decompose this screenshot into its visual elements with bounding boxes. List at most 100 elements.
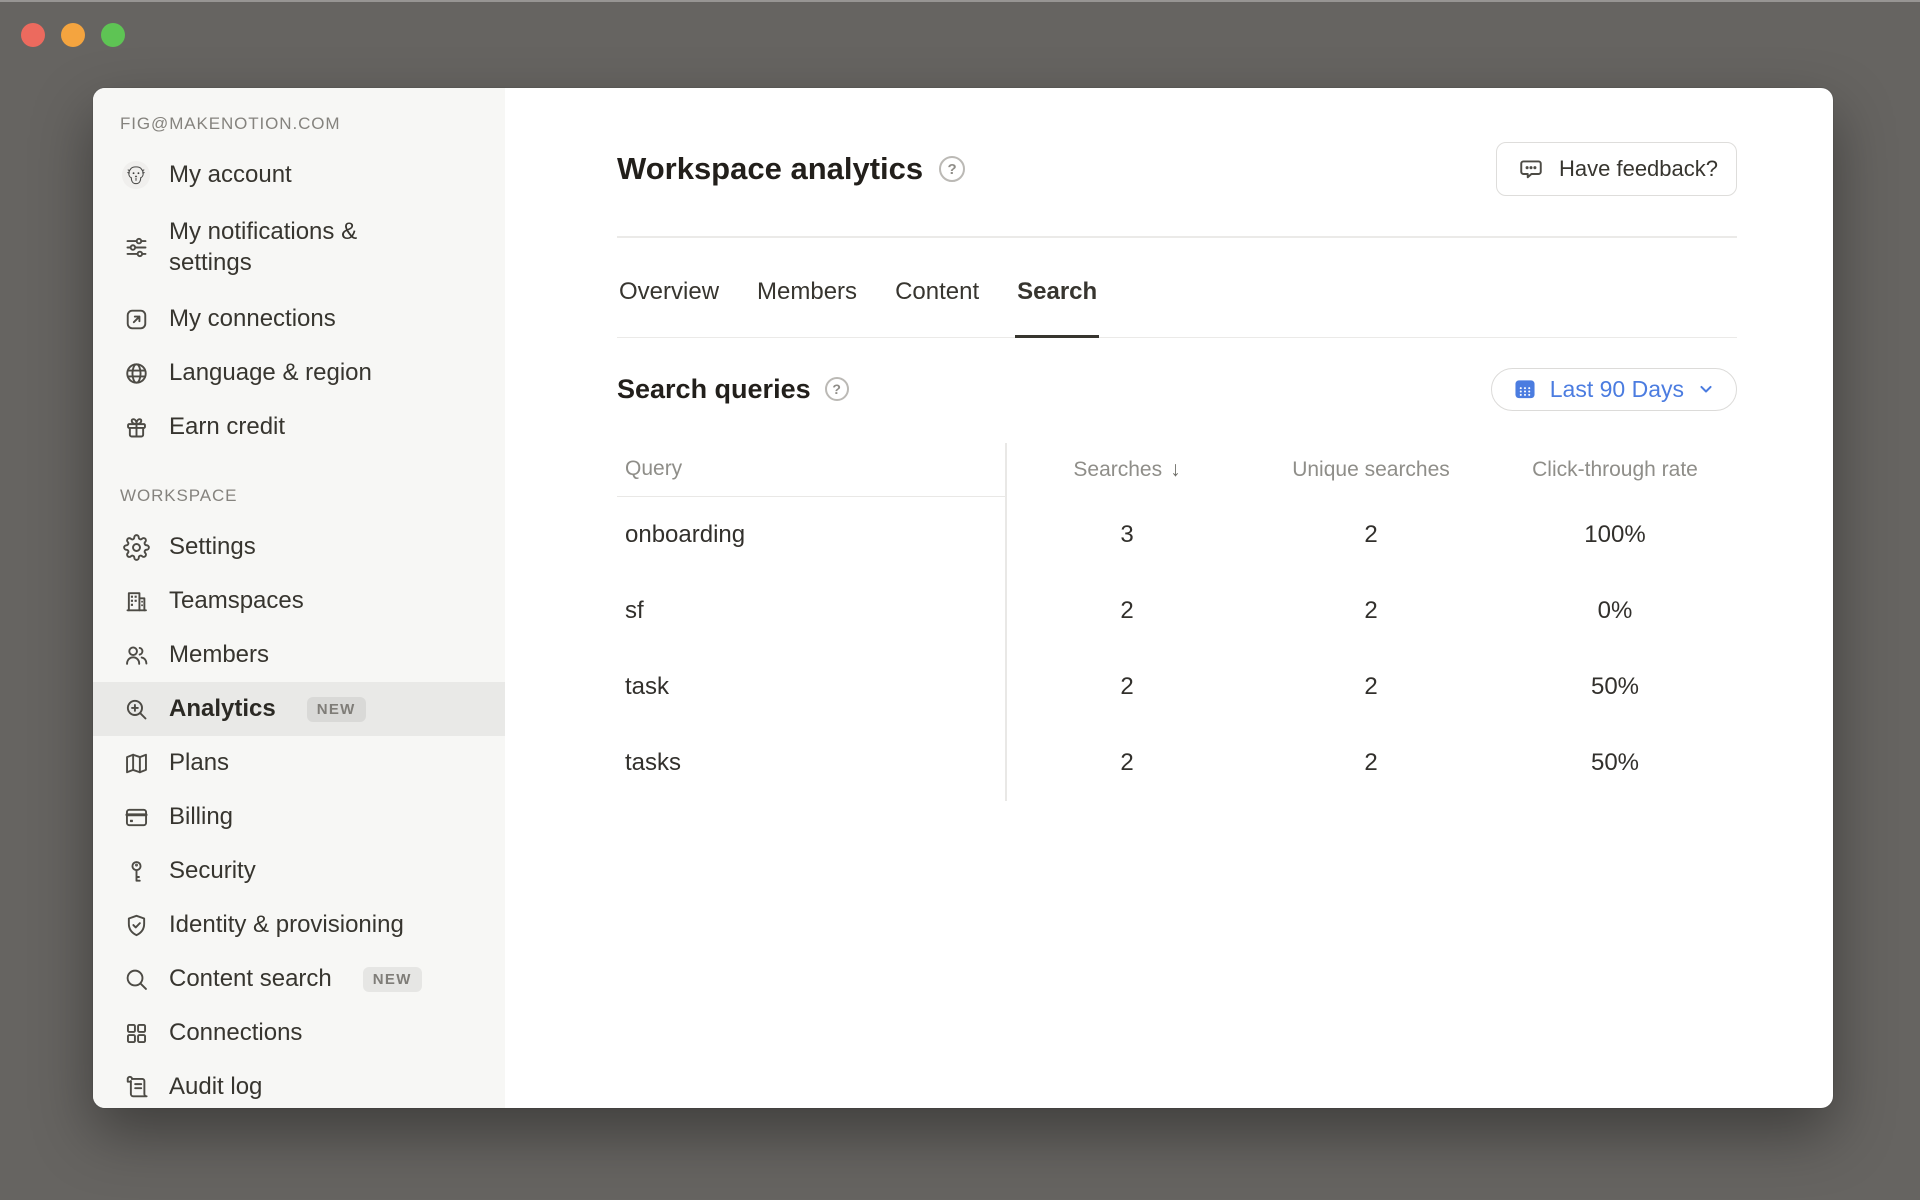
sidebar-item-label: Security xyxy=(169,857,256,885)
account-email-label: FIG@MAKENOTION.COM xyxy=(120,114,505,134)
sidebar-item-content-search[interactable]: Content search NEW xyxy=(93,952,505,1006)
scroll-icon xyxy=(120,1071,152,1103)
table-row: sf 2 2 0% xyxy=(617,573,1737,649)
table-header-row: Query Searches↓ Unique searches Click-th… xyxy=(617,443,1737,497)
new-badge: NEW xyxy=(363,967,422,992)
searches-cell: 2 xyxy=(1005,673,1249,701)
magnifier-plus-icon xyxy=(120,693,152,725)
unique-searches-cell: 2 xyxy=(1249,749,1493,777)
chat-bubble-icon xyxy=(1515,153,1547,185)
ctr-cell: 0% xyxy=(1493,597,1737,625)
building-icon xyxy=(120,585,152,617)
sidebar-item-label: Language & region xyxy=(169,359,372,387)
unique-searches-cell: 2 xyxy=(1249,673,1493,701)
sidebar-item-plans[interactable]: Plans xyxy=(93,736,505,790)
grid-icon xyxy=(120,1017,152,1049)
date-range-dropdown[interactable]: Last 90 Days xyxy=(1491,368,1737,411)
section-title-text: Search queries xyxy=(617,374,811,405)
sidebar-item-label: Plans xyxy=(169,749,229,777)
sidebar-item-label: Content search xyxy=(169,965,332,993)
gear-icon xyxy=(120,531,152,563)
settings-sidebar: FIG@MAKENOTION.COM xyxy=(93,88,505,1108)
sidebar-item-members[interactable]: Members xyxy=(93,628,505,682)
window-controls xyxy=(21,23,125,47)
query-cell: task xyxy=(617,673,1005,701)
credit-card-icon xyxy=(120,801,152,833)
sort-desc-icon: ↓ xyxy=(1170,458,1181,481)
sidebar-item-settings[interactable]: Settings xyxy=(93,520,505,574)
sidebar-item-teamspaces[interactable]: Teamspaces xyxy=(93,574,505,628)
sidebar-item-analytics[interactable]: Analytics NEW xyxy=(93,682,505,736)
ctr-cell: 50% xyxy=(1493,673,1737,701)
search-queries-table: Query Searches↓ Unique searches Click-th… xyxy=(617,443,1737,801)
searches-cell: 2 xyxy=(1005,749,1249,777)
sidebar-item-identity-provisioning[interactable]: Identity & provisioning xyxy=(93,898,505,952)
sidebar-item-my-account[interactable]: My account xyxy=(93,148,505,202)
sidebar-item-label: Connections xyxy=(169,1019,302,1047)
tab-search[interactable]: Search xyxy=(1015,238,1099,337)
calendar-icon xyxy=(1511,375,1539,403)
ctr-cell: 100% xyxy=(1493,521,1737,549)
sidebar-item-billing[interactable]: Billing xyxy=(93,790,505,844)
analytics-main: Workspace analytics ? Have feedback? Ove… xyxy=(505,88,1833,1108)
sidebar-item-audit-log[interactable]: Audit log xyxy=(93,1060,505,1108)
new-badge: NEW xyxy=(307,697,366,722)
sidebar-item-label: My account xyxy=(169,161,292,189)
unique-searches-cell: 2 xyxy=(1249,521,1493,549)
map-icon xyxy=(120,747,152,779)
sidebar-item-label: Members xyxy=(169,641,269,669)
workspace-section-label: WORKSPACE xyxy=(120,486,505,506)
magnifier-icon xyxy=(120,963,152,995)
settings-window: FIG@MAKENOTION.COM xyxy=(93,88,1833,1108)
sidebar-item-earn-credit[interactable]: Earn credit xyxy=(93,400,505,454)
query-cell: onboarding xyxy=(617,521,1005,549)
tab-members[interactable]: Members xyxy=(755,238,859,337)
column-header-click-through-rate[interactable]: Click-through rate xyxy=(1493,458,1737,482)
have-feedback-button[interactable]: Have feedback? xyxy=(1496,142,1737,196)
sidebar-item-label: Earn credit xyxy=(169,413,285,441)
column-header-unique-searches[interactable]: Unique searches xyxy=(1249,458,1493,482)
column-header-searches[interactable]: Searches↓ xyxy=(1005,458,1249,482)
gift-icon xyxy=(120,411,152,443)
close-button[interactable] xyxy=(21,23,45,47)
table-row: onboarding 3 2 100% xyxy=(617,497,1737,573)
people-icon xyxy=(120,639,152,671)
globe-icon xyxy=(120,357,152,389)
zoom-button[interactable] xyxy=(101,23,125,47)
arrow-up-right-icon xyxy=(120,303,152,335)
key-icon xyxy=(120,855,152,887)
sidebar-item-label: Analytics xyxy=(169,695,276,723)
sidebar-item-label: Identity & provisioning xyxy=(169,911,404,939)
ctr-cell: 50% xyxy=(1493,749,1737,777)
avatar xyxy=(120,159,152,191)
chevron-down-icon xyxy=(1695,378,1717,400)
feedback-label: Have feedback? xyxy=(1559,156,1718,182)
searches-cell: 2 xyxy=(1005,597,1249,625)
help-icon[interactable]: ? xyxy=(825,377,849,401)
page-title-text: Workspace analytics xyxy=(617,151,923,187)
sidebar-item-my-connections[interactable]: My connections xyxy=(93,292,505,346)
sidebar-item-label: Audit log xyxy=(169,1073,262,1101)
tab-overview[interactable]: Overview xyxy=(617,238,721,337)
sidebar-item-language-region[interactable]: Language & region xyxy=(93,346,505,400)
sidebar-item-connections[interactable]: Connections xyxy=(93,1006,505,1060)
page-title: Workspace analytics ? xyxy=(617,151,965,187)
searches-cell: 3 xyxy=(1005,521,1249,549)
sidebar-item-label: Settings xyxy=(169,533,256,561)
minimize-button[interactable] xyxy=(61,23,85,47)
sidebar-item-notifications-settings[interactable]: My notifications & settings xyxy=(93,202,505,292)
query-cell: sf xyxy=(617,597,1005,625)
sidebar-item-label: Billing xyxy=(169,803,233,831)
help-icon[interactable]: ? xyxy=(939,156,965,182)
tab-content[interactable]: Content xyxy=(893,238,981,337)
table-row: task 2 2 50% xyxy=(617,649,1737,725)
query-cell: tasks xyxy=(617,749,1005,777)
column-header-query[interactable]: Query xyxy=(617,443,1005,497)
sidebar-item-label: My notifications & settings xyxy=(169,216,403,278)
sidebar-item-label: Teamspaces xyxy=(169,587,304,615)
table-row: tasks 2 2 50% xyxy=(617,725,1737,801)
sidebar-item-label: My connections xyxy=(169,305,336,333)
unique-searches-cell: 2 xyxy=(1249,597,1493,625)
sidebar-item-security[interactable]: Security xyxy=(93,844,505,898)
analytics-tabs: Overview Members Content Search xyxy=(617,238,1737,338)
